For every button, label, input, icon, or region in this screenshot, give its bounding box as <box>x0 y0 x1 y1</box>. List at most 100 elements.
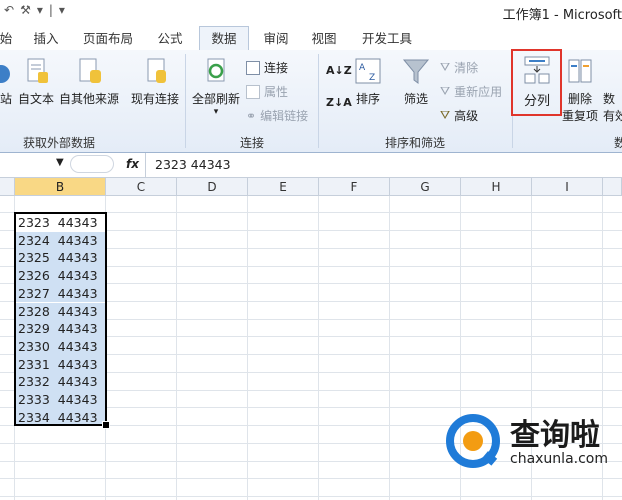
tab-developer[interactable]: 开发工具 <box>356 29 418 49</box>
refresh-dropdown-icon[interactable]: ▾ <box>189 107 243 117</box>
column-header-b[interactable]: B <box>15 178 106 196</box>
from-text-button[interactable]: 自文本 <box>14 56 58 107</box>
column-header-d[interactable]: D <box>177 178 248 196</box>
selection-border <box>14 212 107 426</box>
gridline <box>0 496 622 497</box>
formula-separator <box>70 155 114 173</box>
link-icon: ⚭ <box>246 108 257 123</box>
edit-links-label: 编辑链接 <box>260 109 309 123</box>
filter-icon <box>401 56 431 86</box>
gridline <box>247 196 248 500</box>
gridline <box>389 196 390 500</box>
connections-icon <box>246 60 260 75</box>
tab-data[interactable]: 数据 <box>199 26 249 51</box>
insert-function-icon[interactable]: fx <box>126 157 139 171</box>
properties-icon <box>246 84 260 99</box>
clear-button[interactable]: ⛛ 清除 <box>440 59 478 76</box>
from-other-sources-button[interactable]: 自其他来源 <box>58 56 120 107</box>
name-box-dropdown-icon[interactable]: ▼ <box>56 157 64 168</box>
refresh-all-label: 全部刷新 <box>191 92 240 106</box>
tab-insert[interactable]: 插入 <box>28 29 64 49</box>
sort-az-button[interactable]: A↓Z <box>326 64 352 77</box>
web-icon <box>0 56 13 86</box>
gridline <box>176 196 177 500</box>
text-to-columns-highlight <box>511 49 562 116</box>
watermark: 查询啦 chaxunla.com <box>446 414 608 472</box>
column-header-e[interactable]: E <box>248 178 319 196</box>
remove-duplicates-label-1: 删除 <box>567 92 592 106</box>
svg-text:A: A <box>359 63 366 73</box>
watermark-brand: 查询啦 <box>510 418 600 453</box>
quick-access-toolbar: ↶ ⚒ ▾ | ▾ <box>4 3 65 17</box>
refresh-icon <box>201 56 231 86</box>
refresh-all-button[interactable]: 全部刷新 ▾ <box>189 56 243 117</box>
window-title: 工作簿1 - Microsoft <box>502 8 622 23</box>
qat-separator: | <box>48 3 53 17</box>
column-header-g[interactable]: G <box>390 178 461 196</box>
column-header-c[interactable]: C <box>106 178 177 196</box>
reapply-label: 重新应用 <box>454 85 503 99</box>
sort-label: 排序 <box>355 92 380 106</box>
group-separator <box>185 54 186 148</box>
advanced-label: 高级 <box>454 109 479 123</box>
from-text-label: 自文本 <box>17 92 54 106</box>
sort-button[interactable]: AZ 排序 <box>350 56 386 107</box>
remove-duplicates-label-2: 重复项 <box>561 109 598 123</box>
remove-duplicates-button[interactable]: 删除 重复项 <box>560 56 600 124</box>
name-box[interactable] <box>0 155 64 173</box>
tab-view[interactable]: 视图 <box>306 29 342 49</box>
other-sources-icon <box>74 56 104 86</box>
group-label-get-external-data: 获取外部数据 <box>22 136 95 150</box>
sort-icon: AZ <box>353 56 383 86</box>
reapply-button[interactable]: ⛛ 重新应用 <box>440 83 502 100</box>
tab-formulas[interactable]: 公式 <box>152 29 188 49</box>
data-validation-button[interactable]: 数 有效 <box>603 90 622 124</box>
sort-za-icon: Z↓A <box>326 96 352 109</box>
tab-review[interactable]: 审阅 <box>258 29 294 49</box>
reapply-icon: ⛛ <box>440 84 451 98</box>
data-validation-label-1: 数 <box>603 92 616 106</box>
title-bar: ↶ ⚒ ▾ | ▾ 工作簿1 - Microsoft <box>0 0 622 26</box>
advanced-button[interactable]: ⛛ 高级 <box>440 107 478 124</box>
gridline <box>0 478 622 479</box>
group-separator <box>318 54 319 148</box>
connections-button[interactable]: 连接 <box>246 59 288 76</box>
data-validation-label-2: 有效 <box>603 109 622 123</box>
qat-dropdown-icon[interactable]: ▾ <box>37 3 43 17</box>
ribbon-tabs: 始 插入 页面布局 公式 数据 审阅 视图 开发工具 <box>0 26 622 51</box>
existing-connections-icon <box>140 56 170 86</box>
qat-more-icon[interactable]: ▾ <box>59 3 65 17</box>
connections-label: 连接 <box>264 61 289 75</box>
svg-text:Z: Z <box>369 73 375 83</box>
filter-button[interactable]: 筛选 <box>396 56 436 107</box>
column-header-partial[interactable] <box>603 178 622 196</box>
remove-duplicates-icon <box>565 56 595 86</box>
group-label-connections: 连接 <box>239 136 264 150</box>
clear-label: 清除 <box>454 61 479 75</box>
group-label-sort-filter: 排序和筛选 <box>384 136 445 150</box>
formula-input[interactable]: 2323 44343 <box>155 157 231 172</box>
formula-input-separator <box>145 153 146 177</box>
customize-icon[interactable]: ⚒ <box>20 3 31 17</box>
formula-bar: ▼ fx 2323 44343 <box>0 153 622 178</box>
group-label-data-tools: 数 <box>613 136 622 150</box>
tab-page-layout[interactable]: 页面布局 <box>80 29 136 49</box>
watermark-logo-icon <box>446 414 500 468</box>
filter-label: 筛选 <box>403 92 428 106</box>
clear-filter-icon: ⛛ <box>440 60 451 74</box>
undo-icon[interactable]: ↶ <box>4 3 14 17</box>
watermark-url: chaxunla.com <box>510 451 608 467</box>
sort-za-button[interactable]: Z↓A <box>326 96 352 109</box>
advanced-filter-icon: ⛛ <box>440 108 451 122</box>
fill-handle[interactable] <box>102 421 110 429</box>
edit-links-button[interactable]: ⚭ 编辑链接 <box>246 107 308 124</box>
existing-connections-button[interactable]: 现有连接 <box>128 56 182 107</box>
properties-button[interactable]: 属性 <box>246 83 288 100</box>
properties-label: 属性 <box>264 85 289 99</box>
sort-az-icon: A↓Z <box>326 64 352 77</box>
column-header-h[interactable]: H <box>461 178 532 196</box>
column-header-i[interactable]: I <box>532 178 603 196</box>
column-header-f[interactable]: F <box>319 178 390 196</box>
tab-home[interactable]: 始 <box>0 29 16 49</box>
select-all-corner[interactable] <box>0 178 15 196</box>
